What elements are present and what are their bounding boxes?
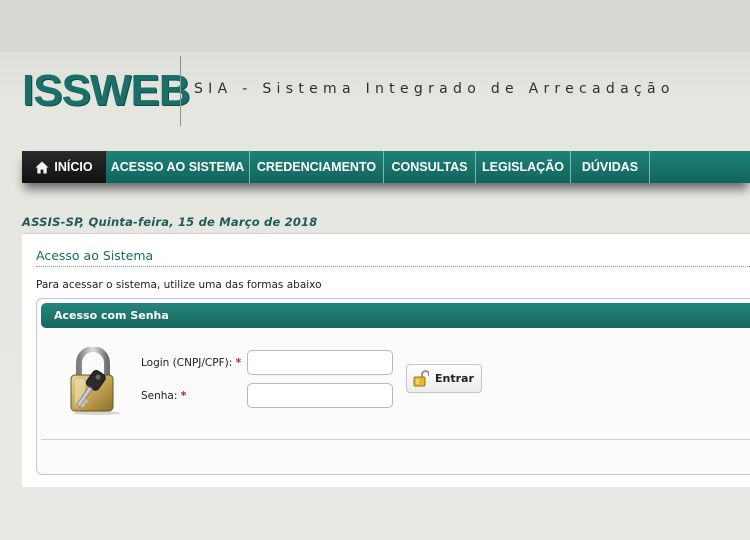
password-input[interactable]	[247, 383, 393, 408]
system-title: SIA - Sistema Integrado de Arrecadação	[194, 81, 675, 97]
enter-button[interactable]: Entrar	[406, 364, 482, 393]
nav-item-duvidas[interactable]: DÚVIDAS	[571, 151, 650, 183]
logo: ISSWEB	[22, 66, 191, 115]
nav-item-label: ACESSO AO SISTEMA	[110, 160, 245, 174]
intro-text: Para acessar o sistema, utilize uma das …	[36, 279, 322, 291]
nav-item-credenciamento[interactable]: CREDENCIAMENTO	[250, 151, 384, 183]
nav-item-label: CONSULTAS	[391, 160, 468, 174]
login-box-title: Acesso com Senha	[54, 309, 169, 322]
date-line: ASSIS-SP, Quinta-feira, 15 de Março de 2…	[22, 215, 318, 229]
home-icon	[35, 161, 49, 173]
nav-item-consultas[interactable]: CONSULTAS	[384, 151, 476, 183]
required-mark: *	[180, 390, 187, 402]
main-navbar: INÍCIO ACESSO AO SISTEMA CREDENCIAMENTO …	[22, 151, 750, 183]
login-box-header: Acesso com Senha	[41, 303, 750, 328]
login-label-text: Login (CNPJ/CPF):	[141, 357, 233, 369]
logo-divider	[180, 56, 181, 126]
nav-item-label: LEGISLAÇÃO	[482, 160, 564, 174]
page-title: Acesso ao Sistema	[36, 248, 154, 263]
nav-item-acesso-ao-sistema[interactable]: ACESSO AO SISTEMA	[106, 151, 250, 183]
top-band	[0, 0, 750, 52]
nav-item-legislacao[interactable]: LEGISLAÇÃO	[476, 151, 571, 183]
content-panel: Acesso ao Sistema Para acessar o sistema…	[22, 233, 750, 487]
nav-item-label: DÚVIDAS	[581, 160, 639, 174]
password-login-box: Acesso com Senha Login (CNPJ/CPF): * Sen…	[36, 298, 750, 475]
login-box-divider	[41, 439, 750, 440]
nav-item-label: CREDENCIAMENTO	[256, 160, 377, 174]
password-label-text: Senha:	[141, 390, 178, 402]
title-divider	[36, 266, 750, 267]
login-input[interactable]	[247, 350, 393, 375]
required-mark: *	[235, 357, 242, 369]
password-label: Senha: *	[141, 390, 186, 402]
nav-item-inicio[interactable]: INÍCIO	[22, 151, 106, 183]
unlock-icon	[413, 370, 429, 387]
enter-button-label: Entrar	[435, 372, 474, 385]
login-label: Login (CNPJ/CPF): *	[141, 357, 241, 369]
padlock-key-icon	[70, 347, 121, 415]
nav-item-label: INÍCIO	[54, 160, 93, 174]
